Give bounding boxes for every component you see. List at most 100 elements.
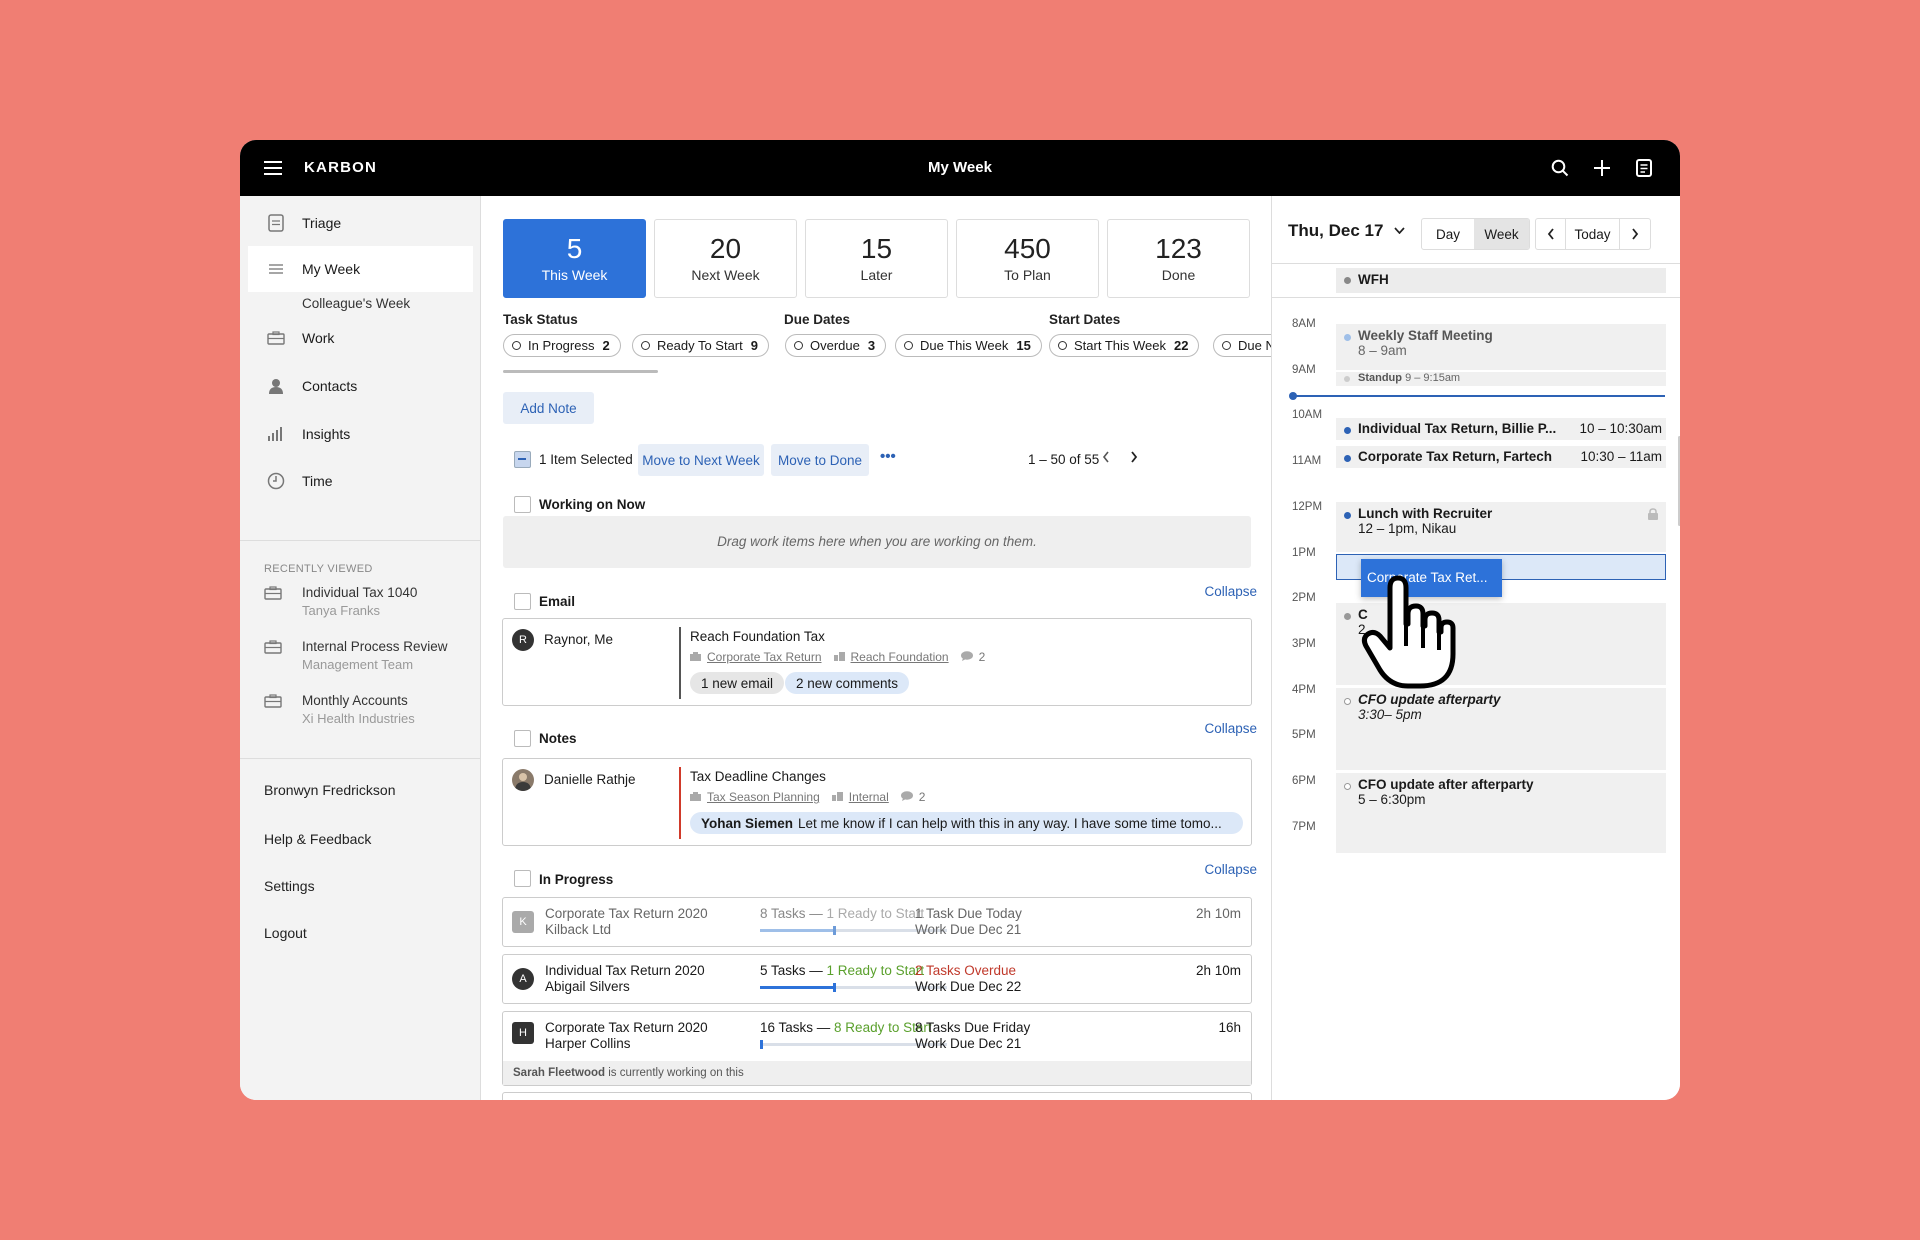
recent-item[interactable]: Monthly Accounts Xi Health Industries xyxy=(264,693,415,726)
notes-icon[interactable] xyxy=(1632,156,1656,180)
filter-chip-due-next[interactable]: Due N xyxy=(1213,334,1271,357)
all-day-event[interactable]: WFH xyxy=(1336,268,1666,293)
working-text: is currently working on this xyxy=(605,1067,744,1079)
logout-link[interactable]: Logout xyxy=(264,925,307,941)
filter-chip-in-progress[interactable]: In Progress 2 xyxy=(503,334,621,357)
recent-item[interactable]: Individual Tax 1040 Tanya Franks xyxy=(264,585,417,618)
calendar-event[interactable]: CFO update after afterparty 5 – 6:30pm xyxy=(1336,773,1666,853)
work-row[interactable]: A Individual Tax Return 2020 Abigail Silv… xyxy=(502,954,1252,1004)
email-section-checkbox[interactable] xyxy=(514,593,531,610)
work-meta: Tax Season Planning Internal 2 xyxy=(690,790,925,804)
chevron-right-icon[interactable] xyxy=(1620,219,1650,249)
notes-section-checkbox[interactable] xyxy=(514,730,531,747)
filter-chip-due-this-week[interactable]: Due This Week 15 xyxy=(895,334,1042,357)
sidebar-item-time[interactable]: Time xyxy=(248,458,473,504)
work-row[interactable]: K Corporate Tax Return 2020 Kilback Ltd 8… xyxy=(502,897,1252,947)
pagination-text: 1 – 50 of 55 xyxy=(1028,452,1100,467)
more-options-icon[interactable]: ••• xyxy=(880,448,896,465)
chevron-right-icon[interactable] xyxy=(1129,450,1139,469)
comment-text: Let me know if I can help with this in a… xyxy=(798,815,1222,831)
event-time: 10:30 – 11am xyxy=(1580,449,1662,464)
comment-preview[interactable]: Yohan Siemen Let me know if I can help w… xyxy=(690,812,1243,834)
stat-this-week[interactable]: 5 This Week xyxy=(503,219,646,298)
email-collapse-link[interactable]: Collapse xyxy=(1204,584,1257,599)
recent-item-subtitle: Xi Health Industries xyxy=(302,711,415,726)
stat-later[interactable]: 15 Later xyxy=(805,219,948,298)
sidebar-item-colleagues-week[interactable]: Colleague's Week xyxy=(302,296,410,311)
notes-collapse-link[interactable]: Collapse xyxy=(1204,721,1257,736)
email-card[interactable]: R Raynor, Me Reach Foundation Tax Corpor… xyxy=(502,618,1252,706)
event-title: Weekly Staff Meeting xyxy=(1358,328,1493,343)
work-type-link[interactable]: Corporate Tax Return xyxy=(707,650,822,664)
comment-count: 2 xyxy=(978,650,986,664)
sidebar-item-insights[interactable]: Insights xyxy=(248,411,473,457)
event-time: 3:30– 5pm xyxy=(1358,707,1422,722)
calendar-event[interactable]: Lunch with Recruiter 12 – 1pm, Nikau xyxy=(1336,502,1666,552)
working-now-checkbox[interactable] xyxy=(514,496,531,513)
select-all-checkbox[interactable] xyxy=(514,451,531,468)
main-content: 5 This Week 20 Next Week 15 Later 450 To Pla… xyxy=(481,196,1271,1100)
header-divider xyxy=(1272,263,1680,264)
search-icon[interactable] xyxy=(1548,156,1572,180)
filter-chip-overdue[interactable]: Overdue 3 xyxy=(785,334,887,357)
stat-done[interactable]: 123 Done xyxy=(1107,219,1250,298)
sidebar-item-work[interactable]: Work xyxy=(248,315,473,361)
today-button[interactable]: Today xyxy=(1566,219,1620,249)
in-progress-section-checkbox[interactable] xyxy=(514,870,531,887)
work-info: Corporate Tax Return 2020 Harper Collins xyxy=(545,1020,708,1052)
view-day-button[interactable]: Day xyxy=(1422,219,1474,249)
chevron-left-icon[interactable] xyxy=(1101,450,1111,469)
sidebar-item-triage[interactable]: Triage xyxy=(248,200,473,246)
calendar-event[interactable]: Weekly Staff Meeting 8 – 9am xyxy=(1336,324,1666,370)
working-now-dropzone[interactable]: Drag work items here when you are workin… xyxy=(503,516,1251,568)
radio-icon xyxy=(904,341,913,350)
work-info: Individual Tax Return 2020 Abigail Silver… xyxy=(545,963,705,995)
new-comments-pill[interactable]: 2 new comments xyxy=(785,672,910,694)
recent-item[interactable]: Internal Process Review Management Team xyxy=(264,639,448,672)
help-feedback-link[interactable]: Help & Feedback xyxy=(264,831,371,847)
calendar-scrollbar[interactable] xyxy=(1678,436,1680,526)
event-title: Standup xyxy=(1358,372,1402,384)
move-to-next-week-button[interactable]: Move to Next Week xyxy=(638,444,764,476)
stat-label: Later xyxy=(860,267,893,283)
calendar-event[interactable]: Individual Tax Return, Billie P... 10 – 1… xyxy=(1336,418,1666,440)
event-time: 9 – 9:15am xyxy=(1405,372,1461,384)
sidebar-item-my-week[interactable]: My Week xyxy=(248,246,473,292)
client-link[interactable]: Reach Foundation xyxy=(851,650,949,664)
stat-to-plan[interactable]: 450 To Plan xyxy=(956,219,1099,298)
calendar-event[interactable]: Corporate Tax Return, Fartech 10:30 – 11a… xyxy=(1336,446,1666,468)
in-progress-collapse-link[interactable]: Collapse xyxy=(1204,862,1257,877)
avatar: H xyxy=(512,1022,534,1044)
view-week-button[interactable]: Week xyxy=(1474,219,1529,249)
user-name[interactable]: Bronwyn Fredrickson xyxy=(264,782,396,798)
calendar-event[interactable]: Standup 9 – 9:15am xyxy=(1336,372,1666,386)
comment-icon xyxy=(960,650,973,664)
work-due-date: Work Due Dec 21 xyxy=(915,922,1022,937)
filter-chip-ready-to-start[interactable]: Ready To Start 9 xyxy=(632,334,769,357)
client-link[interactable]: Internal xyxy=(849,790,889,804)
person-icon xyxy=(262,378,290,394)
add-note-button[interactable]: Add Note xyxy=(503,392,594,424)
work-row[interactable] xyxy=(502,1092,1252,1100)
work-meta: Corporate Tax Return Reach Foundation 2 xyxy=(690,650,985,664)
move-to-done-button[interactable]: Move to Done xyxy=(771,444,869,476)
note-card[interactable]: Danielle Rathje Tax Deadline Changes Tax… xyxy=(502,758,1252,846)
stat-next-week[interactable]: 20 Next Week xyxy=(654,219,797,298)
work-type-link[interactable]: Tax Season Planning xyxy=(707,790,820,804)
page-title: My Week xyxy=(928,159,992,176)
filter-scroll-indicator[interactable] xyxy=(503,370,658,373)
chevron-left-icon[interactable] xyxy=(1536,219,1566,249)
calendar-date: Thu, Dec 17 xyxy=(1288,221,1384,240)
filter-heading-start-dates: Start Dates xyxy=(1049,312,1121,327)
filter-chip-start-this-week[interactable]: Start This Week 22 xyxy=(1049,334,1200,357)
sidebar-item-contacts[interactable]: Contacts xyxy=(248,363,473,409)
chip-label: Start This Week xyxy=(1074,338,1166,353)
settings-link[interactable]: Settings xyxy=(264,878,315,894)
calendar-date-picker[interactable]: Thu, Dec 17 xyxy=(1288,219,1405,241)
hamburger-menu-icon[interactable] xyxy=(264,161,282,175)
add-icon[interactable] xyxy=(1590,156,1614,180)
work-row[interactable]: H Corporate Tax Return 2020 Harper Collin… xyxy=(502,1011,1252,1086)
calendar-event[interactable]: CFO update afterparty 3:30– 5pm xyxy=(1336,688,1666,770)
new-email-pill[interactable]: 1 new email xyxy=(690,672,785,694)
briefcase-icon xyxy=(690,790,701,804)
